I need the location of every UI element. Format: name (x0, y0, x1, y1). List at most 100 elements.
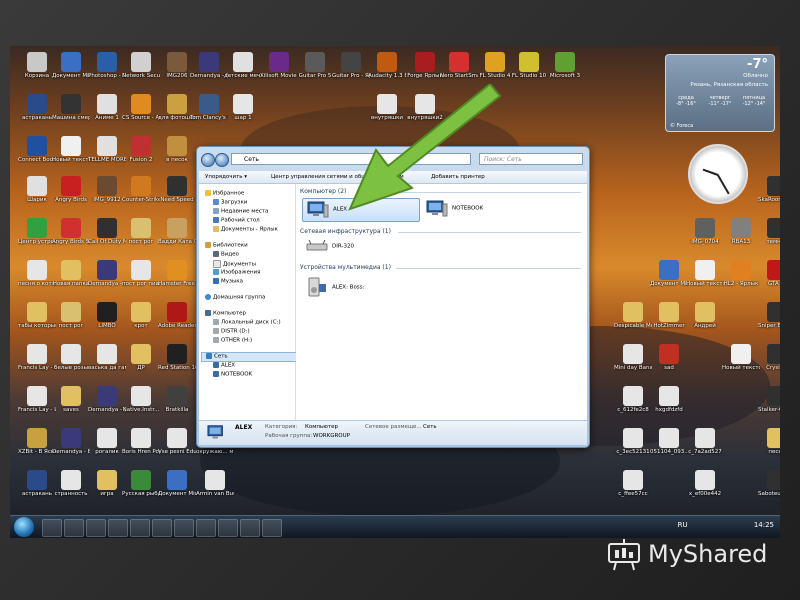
desktop-icon[interactable]: FL Studio 4 (476, 52, 514, 80)
nav-local-disk[interactable]: Локальный диск (C:) (213, 319, 281, 327)
desktop-icon[interactable]: Angry Birds Seasons (52, 218, 90, 246)
taskbar-app-opera[interactable] (196, 519, 216, 537)
desktop-icon[interactable]: странность (52, 470, 90, 498)
desktop-icon[interactable]: Bratkilla (158, 386, 196, 414)
desktop-icon[interactable]: Tom Clancy's HAWX Dem... (190, 94, 228, 122)
desktop-icon[interactable]: CS Source - Автообнов... (122, 94, 160, 122)
desktop-icon[interactable]: Русская рыбалка 3.6 (122, 470, 160, 498)
desktop-icon[interactable]: Despicable Me - Ярлык (614, 302, 652, 330)
desktop-icon[interactable]: 051104_093... (650, 428, 688, 456)
desktop-icon[interactable]: Audacity 1.3 Beta (Unic... (368, 52, 406, 80)
desktop-icon[interactable]: IMG_9912 (88, 176, 126, 204)
nav-video[interactable]: Видео (213, 251, 239, 259)
nav-libraries[interactable]: Библиотеки (205, 242, 248, 250)
desktop-icon[interactable]: Microsoft 3 (546, 52, 584, 80)
desktop-icon[interactable]: васька да гамма (88, 344, 126, 372)
desktop-icon[interactable]: Red Station 16 (158, 344, 196, 372)
nav-distr[interactable]: DISTR (D:) (213, 328, 250, 336)
nav-music[interactable]: Музыка (213, 278, 243, 286)
desktop-icon[interactable]: Вадди Ката Сочинения (158, 218, 196, 246)
desktop-icon[interactable]: в песок (158, 136, 196, 164)
desktop-icon[interactable]: saves (52, 386, 90, 414)
desktop-icon[interactable]: игра (88, 470, 126, 498)
network-item-router[interactable]: DIR-320 (302, 240, 354, 256)
nav-favorites[interactable]: Избранное (205, 190, 244, 198)
network-item-media[interactable]: ALEX: Boss: (302, 276, 364, 300)
desktop-icon[interactable]: Документ Microso... (158, 470, 196, 498)
start-button[interactable] (14, 517, 34, 537)
desktop-icon[interactable]: sad (650, 344, 688, 372)
desktop-icon[interactable]: Guitar Pro 5 (296, 52, 334, 80)
desktop-icon[interactable]: Need Speed (158, 176, 196, 204)
desktop-icon[interactable]: Sniper Elite - Ярлык (758, 302, 780, 330)
desktop-icon[interactable]: Forge Ярлык (406, 52, 444, 80)
desktop-icon[interactable]: темнит (758, 218, 780, 246)
desktop-icon[interactable]: XZBit - В Ясно гла... (18, 428, 56, 456)
desktop-icon[interactable]: крот (122, 302, 160, 330)
nav-homegroup[interactable]: Домашняя группа (205, 294, 265, 302)
nav-desktop[interactable]: Рабочий стол (213, 217, 260, 225)
weather-gadget[interactable]: -7° Облачно Рязань, Рязанская область ср… (665, 54, 775, 132)
forward-button[interactable] (215, 153, 229, 167)
desktop-icon[interactable]: Новый текстовый ... (52, 136, 90, 164)
desktop-icon[interactable]: Документ Microso... (650, 260, 688, 288)
desktop-icon[interactable]: ДР (122, 344, 160, 372)
desktop-icon[interactable]: астракань (18, 94, 56, 122)
desktop-icon[interactable]: Шарик (18, 176, 56, 204)
taskbar-app-excel[interactable] (130, 519, 150, 537)
taskbar-app-player[interactable] (86, 519, 106, 537)
desktop-icon[interactable]: SkaRoom - Ярлык (758, 176, 780, 204)
desktop-icon[interactable]: Xilisoft Movie Maker 6 (260, 52, 298, 80)
desktop-icon[interactable]: FL Studio 10 (510, 52, 548, 80)
desktop-icon[interactable]: пост рог пианино (122, 260, 160, 288)
back-button[interactable] (201, 153, 215, 167)
desktop-icon[interactable]: Network Securi... (122, 52, 160, 80)
nav-documents[interactable]: Документы (213, 260, 256, 269)
language-indicator[interactable]: RU (678, 521, 688, 529)
desktop-icon[interactable]: RBA13 (722, 218, 760, 246)
desktop-icon[interactable]: Saboteur - Ярлык (758, 470, 780, 498)
desktop-icon[interactable]: Аниме 1 (88, 94, 126, 122)
desktop-icon[interactable]: x_ef00e442 (686, 470, 724, 498)
desktop-icon[interactable]: Photoshop - Ярлык (88, 52, 126, 80)
desktop-icon[interactable]: HL2 - Ярлык (722, 260, 760, 288)
desktop-icon[interactable]: детские мечты Ч... (224, 52, 262, 80)
taskbar-app-skype[interactable] (152, 519, 172, 537)
desktop-icon[interactable]: рогалик (88, 428, 126, 456)
desktop-icon[interactable]: Crysis 2 (758, 344, 780, 372)
desktop-icon[interactable]: Dernandya - (D^eMAINd... (88, 386, 126, 414)
nav-computer[interactable]: Компьютер (205, 310, 246, 318)
desktop-icon[interactable]: LIMBO (88, 302, 126, 330)
desktop-icon[interactable]: табы которые я... (18, 302, 56, 330)
desktop-icon[interactable]: песни (758, 428, 780, 456)
organize-button[interactable]: Упорядочить ▾ (205, 171, 247, 183)
desktop-icon[interactable]: Fusion 2 (122, 136, 160, 164)
nav-downloads[interactable]: Загрузки (213, 199, 247, 207)
desktop-icon[interactable]: Francis Lay - Love story (18, 344, 56, 372)
desktop-icon[interactable]: Центр устрой... (18, 218, 56, 246)
desktop-icon[interactable]: Nero StartSmart (440, 52, 478, 80)
desktop-icon[interactable]: GTA IV (758, 260, 780, 288)
desktop-icon[interactable]: IMG_0704 (686, 218, 724, 246)
desktop-icon[interactable]: c_612fe2c8 (614, 386, 652, 414)
desktop-icon[interactable]: Dernandya - где то летом (88, 260, 126, 288)
desktop-icon[interactable]: пост рог (122, 218, 160, 246)
desktop-icon[interactable]: Call Of Duty Moder... (88, 218, 126, 246)
nav-alex[interactable]: ALEX (213, 362, 235, 370)
taskbar-app-media[interactable] (218, 519, 238, 537)
nav-notebook[interactable]: NOTEBOOK (213, 371, 252, 379)
desktop-icon[interactable]: пост рог (52, 302, 90, 330)
desktop-icon[interactable]: hxgdfdzfd (650, 386, 688, 414)
desktop-icon[interactable]: Новая папка (52, 260, 90, 288)
desktop-icon[interactable]: Новый текстовый ... (686, 260, 724, 288)
taskbar-app-ie[interactable] (42, 519, 62, 537)
desktop-icon[interactable]: Dernandya - В Ясно гла... (52, 428, 90, 456)
desktop-icon[interactable]: Машина смерти (52, 94, 90, 122)
desktop-icon[interactable]: Francis Lay - Love story (18, 386, 56, 414)
tray-clock[interactable]: 14:25 (754, 521, 774, 529)
desktop-icon[interactable]: Hamster Free Video Conv... (158, 260, 196, 288)
desktop-icon[interactable]: Документ Microso... (52, 52, 90, 80)
desktop-icon[interactable]: Stalker-COP - Ярлык (758, 386, 780, 414)
clock-gadget[interactable] (688, 144, 748, 204)
desktop-icon[interactable]: астракань (18, 470, 56, 498)
